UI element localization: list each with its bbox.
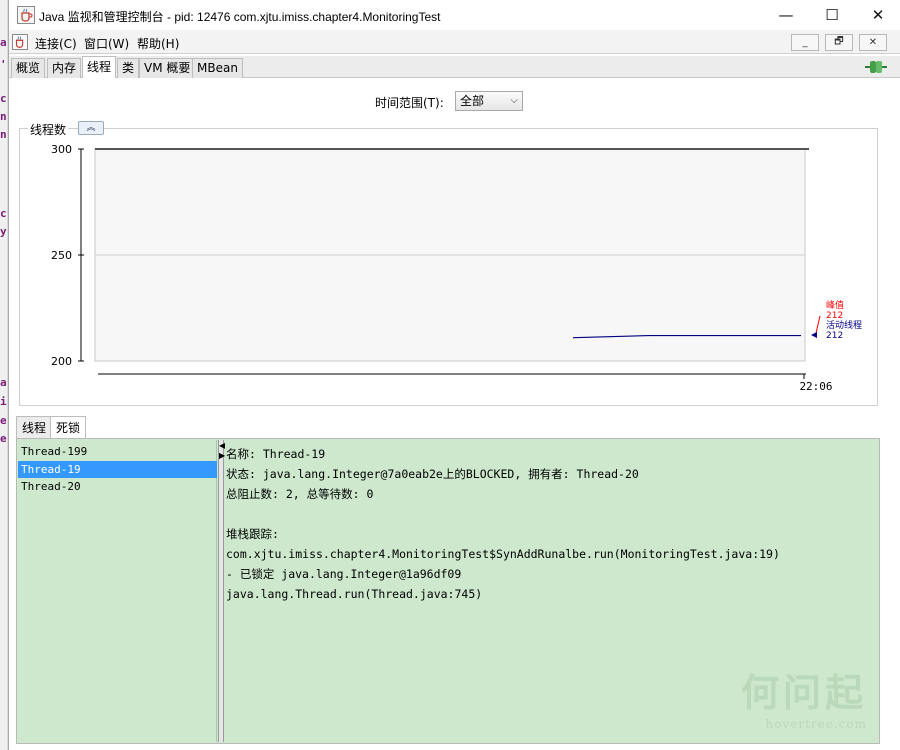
detail-blank xyxy=(226,504,879,524)
background-char: ' xyxy=(0,58,7,71)
watermark-text: 何问起 xyxy=(740,670,867,715)
tab-mbean[interactable]: MBean xyxy=(192,58,243,78)
detail-counts: 总阻止数: 2, 总等待数: 0 xyxy=(226,487,374,501)
background-char: c xyxy=(0,207,7,220)
watermark-logo: 何问起 hovertree.com xyxy=(741,662,867,731)
time-range-value: 全部 xyxy=(460,94,485,108)
thread-list-item[interactable]: Thread-20 xyxy=(18,478,217,495)
detail-state: 状态: java.lang.Integer@7a0eab2e上的BLOCKED,… xyxy=(226,467,639,481)
menu-bar: 连接(C) 窗口(W) 帮助(H) _ 🗗 ✕ xyxy=(9,30,900,54)
tab-thread-list[interactable]: 线程 xyxy=(16,416,53,438)
active-indicator-arrow xyxy=(811,332,817,338)
watermark-url: hovertree.com xyxy=(765,717,867,731)
tab-deadlock[interactable]: 死锁 xyxy=(50,416,87,438)
connection-plug-icon xyxy=(865,61,887,73)
detail-name: 名称: Thread-19 xyxy=(226,447,326,461)
tab-overview[interactable]: 概览 xyxy=(11,58,46,78)
legend-active-value: 212 xyxy=(826,331,843,341)
menu-help[interactable]: 帮助(H) xyxy=(137,35,179,52)
jconsole-window: Java 监视和管理控制台 - pid: 12476 com.xjtu.imis… xyxy=(8,0,900,750)
minimize-button[interactable]: — xyxy=(763,0,809,30)
menu-connection[interactable]: 连接(C) xyxy=(35,35,77,52)
background-char: a xyxy=(0,36,7,49)
window-title: Java 监视和管理控制台 - pid: 12476 com.xjtu.imis… xyxy=(39,10,441,24)
peak-indicator-line xyxy=(815,315,821,334)
tab-threads[interactable]: 线程 xyxy=(82,56,117,78)
background-char: c xyxy=(0,92,7,105)
y-tick-label: 250 xyxy=(51,249,72,262)
threads-panel: 时间范围(T): 全部 ⌵ 300 250 200 22:06 峰值 212 活动线程 212… xyxy=(9,78,900,750)
menu-window[interactable]: 窗口(W) xyxy=(84,35,129,52)
tab-vm-summary[interactable]: VM 概要 xyxy=(139,58,196,78)
time-range-label: 时间范围(T): xyxy=(375,96,444,110)
thread-list-item[interactable]: Thread-199 xyxy=(18,443,217,460)
split-pane-divider[interactable]: ◀ ▶ xyxy=(218,440,225,742)
thread-count-chart: 30025020022:06峰值212活动线程212 xyxy=(51,143,862,393)
maximize-button[interactable]: ☐ xyxy=(809,0,855,30)
x-tick-label: 22:06 xyxy=(799,380,832,393)
y-tick-label: 300 xyxy=(51,143,72,156)
y-tick-label: 200 xyxy=(51,355,72,368)
thread-count-chart-panel: 300 250 200 22:06 峰值 212 活动线程 212 线程数 ︽ xyxy=(19,121,878,406)
background-char: e xyxy=(0,432,7,445)
legend-peak-value: 212 xyxy=(826,311,843,321)
tab-memory[interactable]: 内存 xyxy=(47,58,82,78)
title-bar[interactable]: Java 监视和管理控制台 - pid: 12476 com.xjtu.imis… xyxy=(9,0,900,30)
legend-active-name: 活动线程 xyxy=(826,319,862,331)
java-cup-icon[interactable] xyxy=(12,34,28,50)
chevron-down-icon: ⌵ xyxy=(510,95,518,106)
thread-list-item-selected[interactable]: Thread-19 xyxy=(18,461,217,478)
java-cup-icon xyxy=(17,6,35,24)
stack-frame: java.lang.Thread.run(Thread.java:745) xyxy=(226,587,483,601)
inner-restore-button[interactable]: 🗗 xyxy=(825,34,853,51)
background-char: n xyxy=(0,128,7,141)
background-char: e xyxy=(0,414,7,427)
inner-close-button[interactable]: ✕ xyxy=(859,34,887,51)
deadlock-thread-list[interactable]: Thread-199 Thread-19 Thread-20 xyxy=(18,440,217,742)
legend-peak-name: 峰值 xyxy=(826,299,844,311)
background-window-strip: a ' c n n c y a i e e xyxy=(0,0,8,750)
background-char: i xyxy=(0,395,7,408)
inner-minimize-button[interactable]: _ xyxy=(791,34,819,51)
background-char: y xyxy=(0,225,7,238)
stack-frame: com.xjtu.imiss.chapter4.MonitoringTest$S… xyxy=(226,547,780,561)
chevron-double-up-icon[interactable]: ︽ xyxy=(78,121,104,135)
detail-stack-header: 堆栈跟踪: xyxy=(226,527,279,541)
background-char: a xyxy=(0,376,7,389)
close-button[interactable]: ✕ xyxy=(855,0,900,30)
deadlock-panel: Thread-199 Thread-19 Thread-20 ◀ ▶ 名称: T… xyxy=(16,438,880,744)
tab-classes[interactable]: 类 xyxy=(117,58,140,78)
background-char: n xyxy=(0,110,7,123)
stack-lock-info: - 已锁定 java.lang.Integer@1a96df09 xyxy=(226,567,462,581)
chart-panel-label: 线程数 xyxy=(28,121,69,138)
main-tabs: 概览 内存 线程 类 VM 概要 MBean xyxy=(9,56,900,78)
time-range-select[interactable]: 全部 ⌵ xyxy=(455,91,523,111)
